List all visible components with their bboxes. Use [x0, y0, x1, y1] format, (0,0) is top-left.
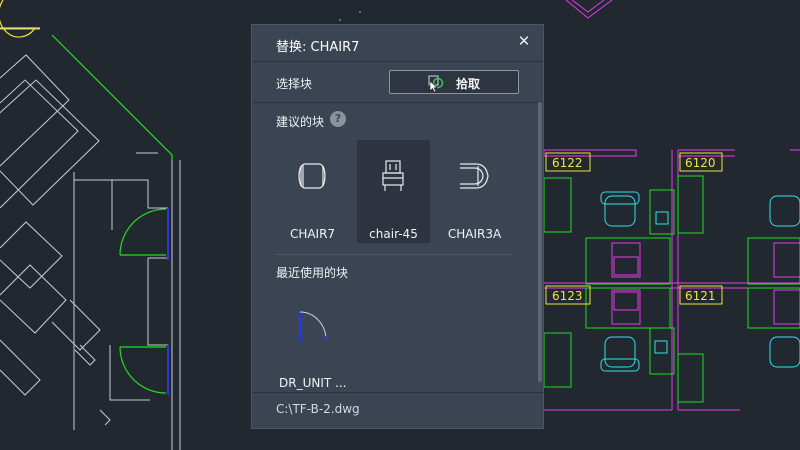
suggested-block-label: CHAIR3A [447, 227, 502, 241]
question-icon[interactable]: ? [330, 111, 346, 127]
office-chairs [600, 191, 800, 372]
dialog-scrollbar[interactable] [537, 102, 543, 382]
replace-block-dialog: 替换: CHAIR7 ✕ 选择块 拾取 建议的块 ? CHAIR7 chair-… [251, 24, 544, 429]
office-partitions [543, 149, 800, 411]
suggested-block-chair-45[interactable]: chair-45 [357, 140, 430, 243]
top-markings [339, 0, 613, 21]
footer-divider [252, 392, 543, 393]
chair45-block-icon [382, 160, 404, 191]
suggested-block-chair3a[interactable]: CHAIR3A [438, 140, 511, 243]
room-label: 6121 [685, 289, 716, 303]
recent-block-label: DR_UNIT ... [279, 376, 347, 390]
close-icon[interactable]: ✕ [517, 34, 531, 49]
drawing-path: C:\TF-B-2.dwg [276, 402, 360, 416]
room-label: 6122 [552, 156, 583, 170]
room-label: 6120 [685, 156, 716, 170]
recent-divider [276, 254, 512, 255]
suggested-block-label: chair-45 [369, 227, 418, 241]
pick-button-label: 拾取 [456, 77, 481, 91]
recent-blocks-title: 最近使用的块 [276, 266, 349, 280]
recent-block-dr-unit[interactable]: DR_UNIT ... [276, 295, 350, 391]
select-block-label: 选择块 [276, 77, 313, 91]
section-divider [252, 102, 543, 103]
header-divider [252, 61, 543, 62]
door-unit-block-icon [298, 311, 327, 341]
chair7-block-icon [298, 163, 326, 189]
floor-plan-walls [0, 28, 181, 450]
pick-cursor-icon [428, 75, 444, 92]
chair3a-block-icon [460, 163, 489, 189]
room-label: 6123 [552, 289, 583, 303]
dialog-header[interactable]: 替换: CHAIR7 ✕ [252, 25, 543, 61]
scrollbar-thumb[interactable] [538, 102, 542, 382]
suggested-blocks-title: 建议的块 [276, 115, 325, 129]
pick-button[interactable]: 拾取 [389, 70, 519, 94]
dialog-title: 替换: CHAIR7 [276, 40, 360, 55]
suggested-block-chair7[interactable]: CHAIR7 [276, 140, 349, 243]
suggested-block-label: CHAIR7 [289, 227, 336, 241]
